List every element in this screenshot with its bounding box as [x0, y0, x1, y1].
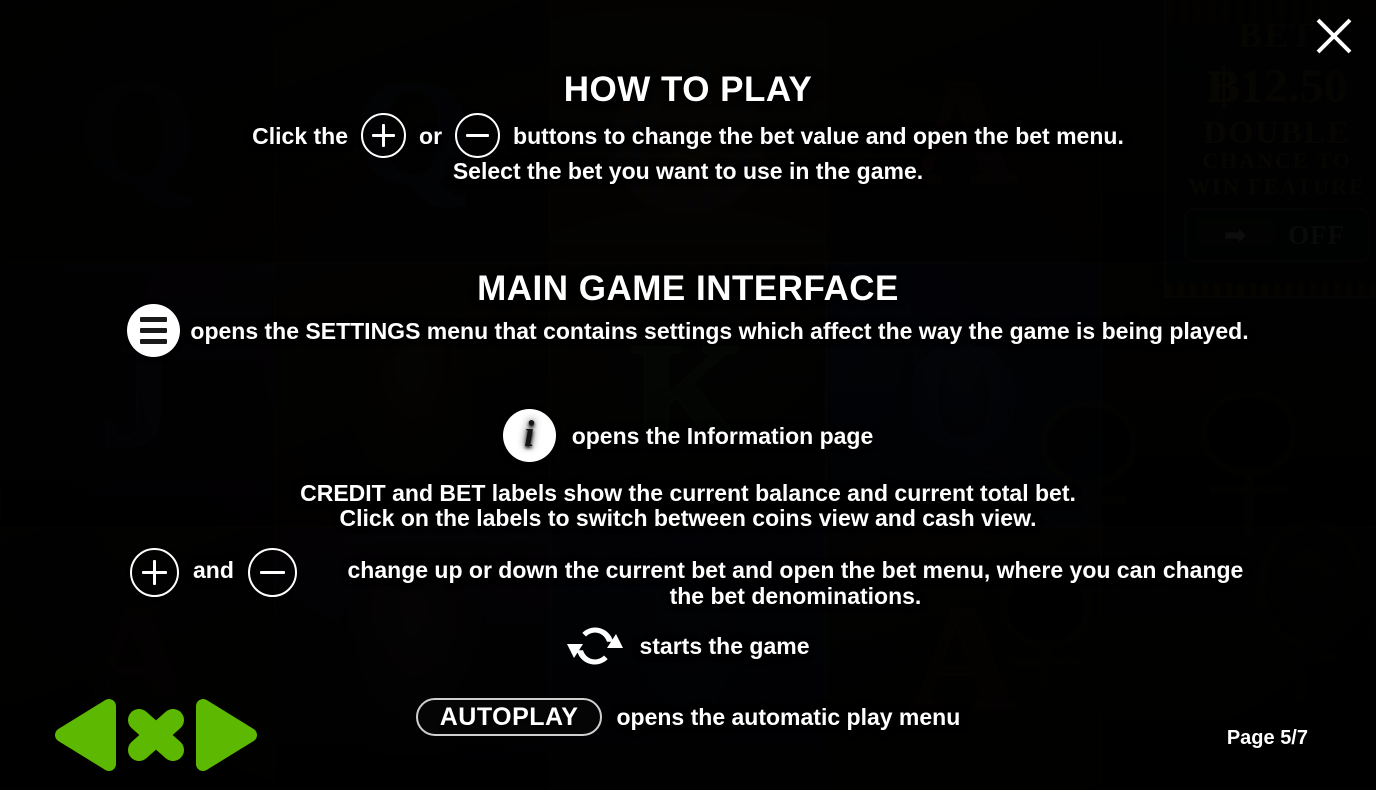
close-icon[interactable]	[1302, 4, 1366, 68]
spin-refresh-glyph	[567, 627, 624, 665]
how-to-play-line1-before: Click the	[252, 122, 349, 149]
settings-description: opens the SETTINGS menu that contains se…	[190, 317, 1249, 344]
spin-refresh-icon[interactable]	[566, 620, 624, 672]
settings-row: opens the SETTINGS menu that contains se…	[0, 304, 1376, 357]
how-to-play-heading: HOW TO PLAY	[563, 70, 813, 109]
bet-controls-conjunction: and	[193, 557, 234, 583]
how-to-play-line-2: Select the bet you want to use in the ga…	[452, 158, 924, 184]
plus-circle-icon[interactable]	[361, 113, 407, 158]
autoplay-button[interactable]: AUTOPLAY	[415, 698, 603, 736]
how-to-play-line-1: Click the or buttons to change the bet v…	[0, 113, 1376, 158]
spin-description: starts the game	[639, 633, 810, 659]
bet-controls-row: and change up or down the current bet an…	[130, 548, 1280, 609]
next-arrow-icon[interactable]	[194, 698, 260, 772]
main-game-interface-heading: MAIN GAME INTERFACE	[477, 269, 899, 308]
credit-bet-line-2: Click on the labels to switch between co…	[339, 505, 1037, 531]
next-arrow-glyph	[196, 699, 257, 771]
close-x-glyph	[1316, 18, 1352, 54]
page-navigation	[52, 698, 260, 772]
help-content: HOW TO PLAY Click the or buttons to chan…	[0, 0, 1376, 790]
autoplay-description: opens the automatic play menu	[616, 704, 961, 730]
minus-circle-icon[interactable]	[247, 548, 297, 597]
how-to-play-overlay: Q Q A A J K	[0, 0, 1376, 790]
previous-arrow-icon[interactable]	[52, 698, 118, 772]
minus-circle-icon[interactable]	[455, 113, 501, 158]
previous-arrow-glyph	[55, 699, 116, 771]
credit-bet-line-1: CREDIT and BET labels show the current b…	[300, 480, 1076, 506]
bet-controls-text-line2: the bet denominations.	[669, 583, 922, 609]
info-icon[interactable]: i	[502, 409, 556, 462]
bet-controls-text-line1: change up or down the current bet and op…	[347, 557, 1244, 583]
page-indicator: Page 5/7	[1226, 727, 1308, 749]
hamburger-menu-icon[interactable]	[127, 304, 181, 357]
how-to-play-line1-middle: or	[419, 122, 443, 149]
close-x-icon[interactable]	[121, 698, 191, 772]
how-to-play-line1-after: buttons to change the bet value and open…	[513, 122, 1124, 149]
plus-circle-icon[interactable]	[130, 548, 179, 597]
close-x-glyph	[128, 709, 184, 761]
spin-row: starts the game	[0, 620, 1376, 672]
info-row: i opens the Information page	[0, 409, 1376, 462]
info-description: opens the Information page	[571, 422, 874, 449]
